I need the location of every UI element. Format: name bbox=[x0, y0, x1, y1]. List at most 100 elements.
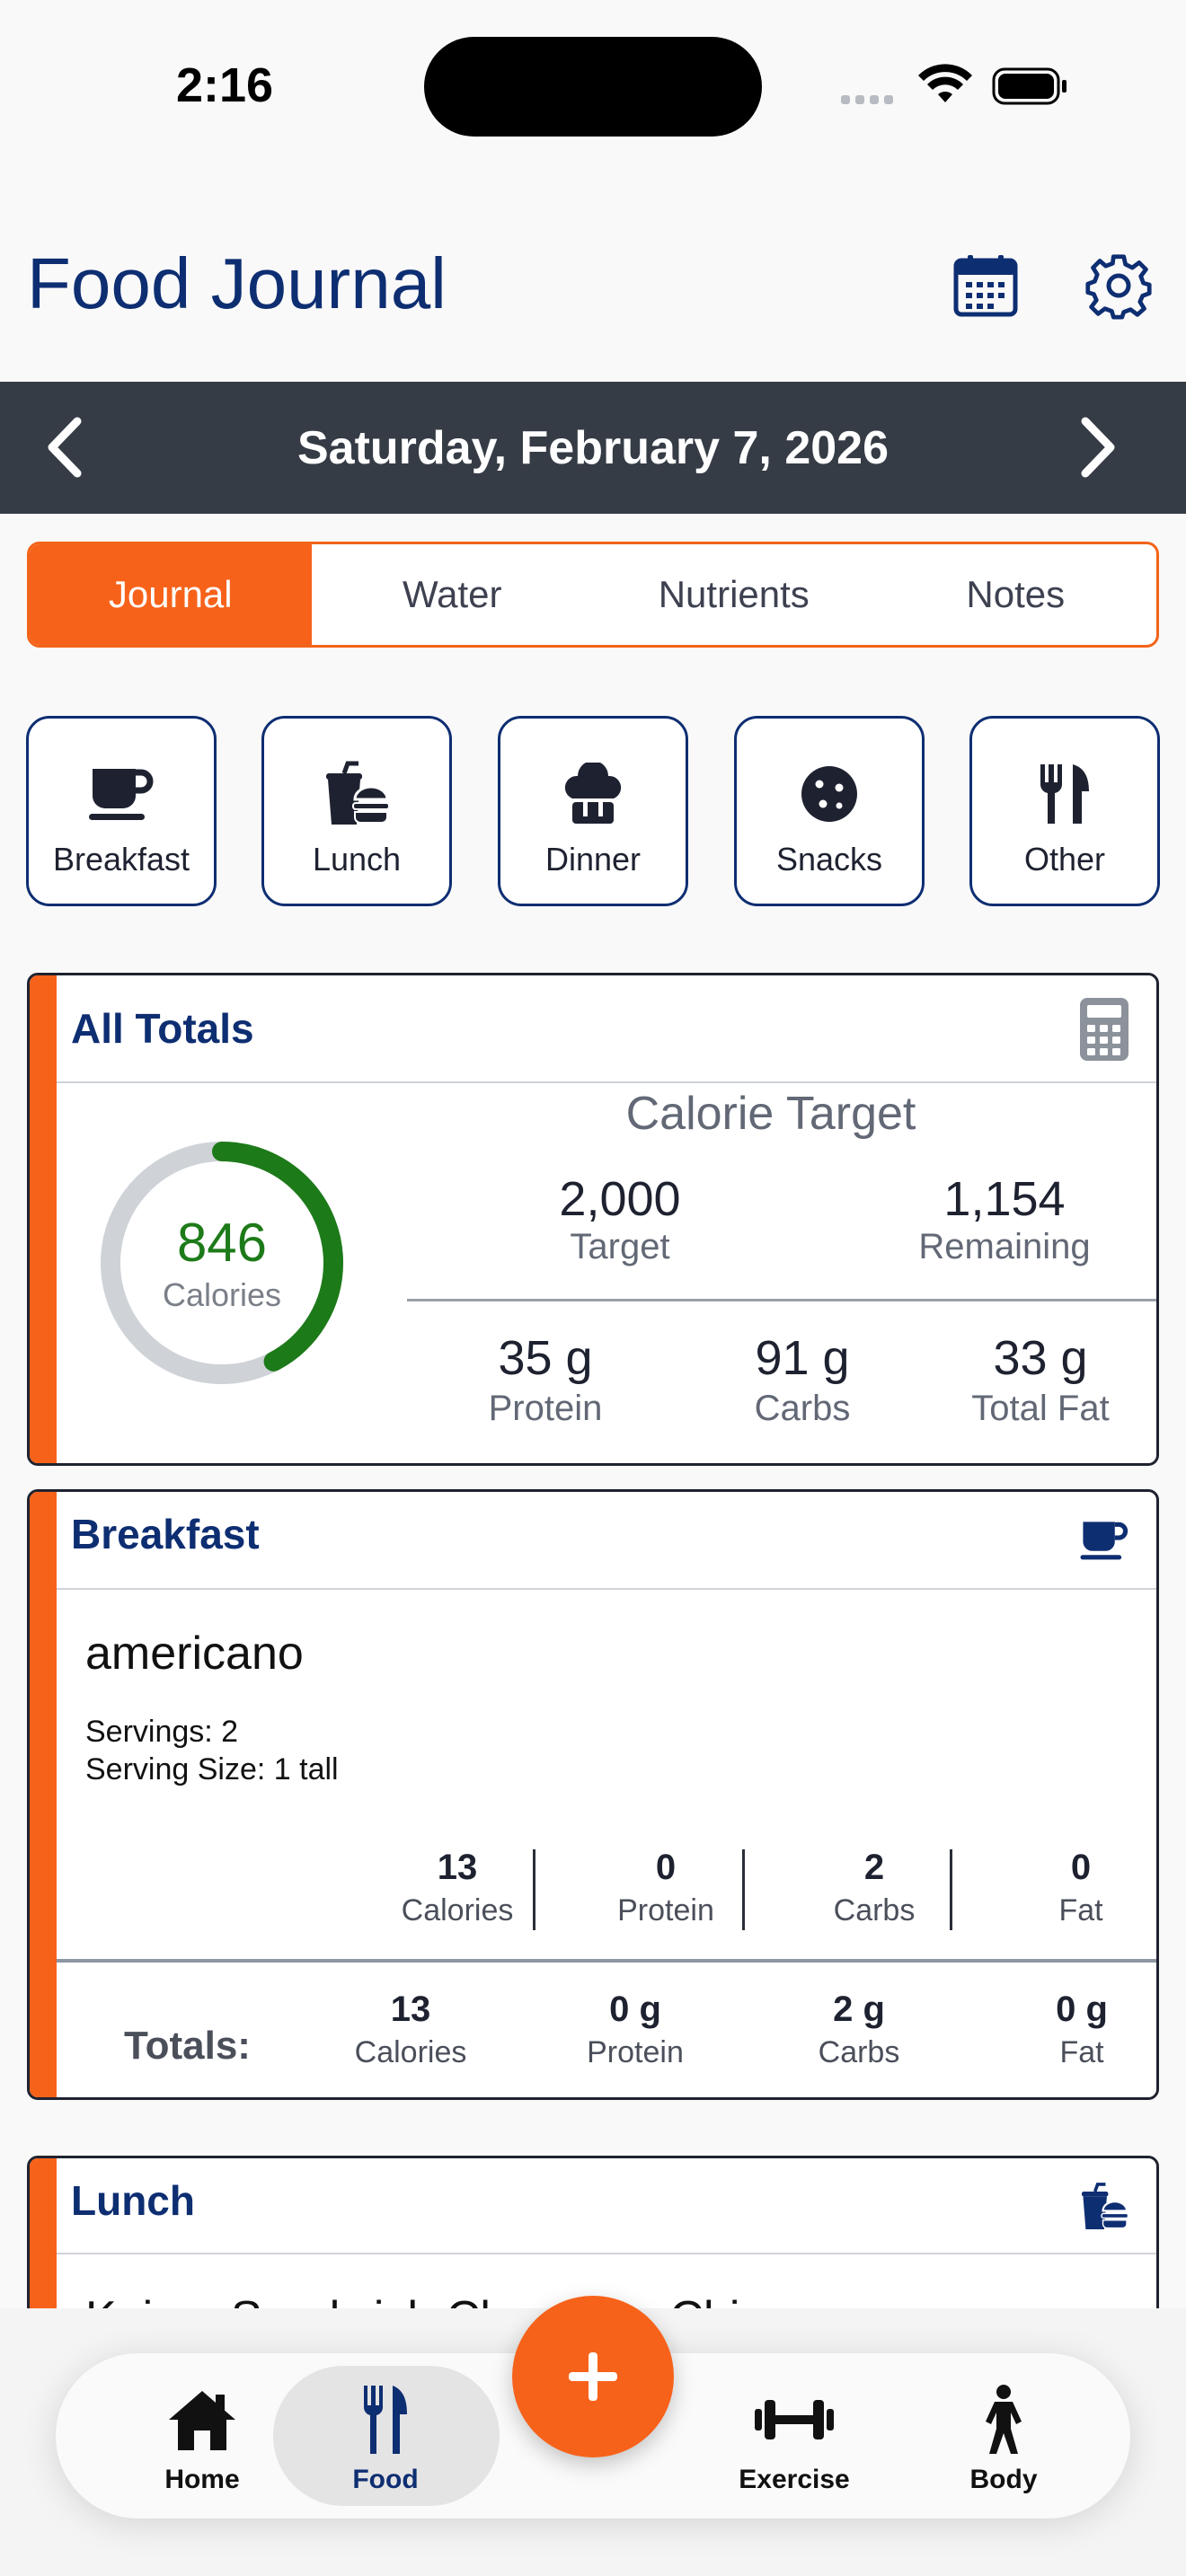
status-time: 2:16 bbox=[176, 58, 274, 112]
nutrient-label: Calories bbox=[354, 2035, 467, 2069]
total-calories: 13 Calories bbox=[307, 1989, 514, 2070]
calories-label: Calories bbox=[162, 1276, 282, 1313]
total-protein: 0 g Protein bbox=[532, 1989, 739, 2070]
tab-body[interactable]: Body bbox=[927, 2353, 1080, 2519]
cookie-icon bbox=[801, 766, 857, 822]
dynamic-island bbox=[424, 37, 762, 137]
dumbbell-icon bbox=[755, 2400, 834, 2439]
separator bbox=[742, 1849, 745, 1930]
nutrient-value: 2 g bbox=[833, 1989, 885, 2029]
total-carbs: 2 g Carbs bbox=[756, 1989, 962, 2070]
nutrient-value: 0 g bbox=[609, 1989, 661, 2029]
breakfast-card: Breakfast americano Servings: 2 Serving … bbox=[27, 1489, 1159, 2100]
chevron-right-icon bbox=[1081, 417, 1115, 478]
status-bar: 2:16 bbox=[0, 0, 1186, 171]
card-header: Lunch bbox=[57, 2158, 1156, 2254]
battery-icon bbox=[992, 67, 1067, 105]
card-accent bbox=[30, 1492, 57, 2097]
nutrient-value: 13 bbox=[390, 1989, 431, 2029]
breakfast-card-icon[interactable] bbox=[1070, 1506, 1138, 1575]
separator bbox=[533, 1849, 535, 1930]
all-totals-card: All Totals 846 Calories Calorie Target 2… bbox=[27, 973, 1159, 1466]
serving-size: Serving Size: 1 tall bbox=[85, 1752, 339, 1786]
tab-water[interactable]: Water bbox=[312, 544, 594, 645]
date-navigator: Saturday, February 7, 2026 bbox=[0, 382, 1186, 514]
calorie-target-title: Calorie Target bbox=[625, 1088, 916, 1140]
carbs-value: 91 g bbox=[755, 1331, 850, 1385]
lunch-card-icon[interactable] bbox=[1070, 2173, 1138, 2241]
other-button[interactable]: Other bbox=[969, 716, 1160, 906]
snacks-button[interactable]: Snacks bbox=[734, 716, 925, 906]
card-title: Breakfast bbox=[71, 1511, 260, 1557]
protein-label: Protein bbox=[488, 1389, 603, 1428]
tab-exercise[interactable]: Exercise bbox=[718, 2353, 871, 2519]
carbs-label: Carbs bbox=[754, 1389, 851, 1428]
food-name: americano bbox=[85, 1628, 304, 1680]
card-title: All Totals bbox=[71, 1005, 254, 1052]
dinner-label: Dinner bbox=[544, 841, 642, 878]
item-carbs: 2 Carbs bbox=[771, 1848, 978, 1928]
settings-button[interactable] bbox=[1083, 250, 1155, 322]
nutrient-label: Fat bbox=[1059, 2035, 1104, 2069]
target-value: 2,000 bbox=[559, 1172, 681, 1226]
person-icon bbox=[986, 2385, 1022, 2454]
drink-burger-icon bbox=[326, 761, 390, 825]
nutrient-value: 0 g bbox=[1056, 1989, 1108, 2029]
divider bbox=[407, 1299, 1156, 1301]
tab-label: Body bbox=[969, 2465, 1038, 2494]
fat-value: 33 g bbox=[993, 1331, 1088, 1385]
card-header: All Totals bbox=[57, 975, 1156, 1083]
remaining-label: Remaining bbox=[918, 1227, 1091, 1266]
nutrient-label: Protein bbox=[617, 1893, 714, 1928]
card-title: Lunch bbox=[71, 2177, 195, 2224]
separator bbox=[950, 1849, 952, 1930]
protein-value: 35 g bbox=[498, 1331, 593, 1385]
fat-label: Total Fat bbox=[971, 1389, 1110, 1428]
total-fat: 0 g Fat bbox=[978, 1989, 1156, 2070]
item-fat: 0 Fat bbox=[978, 1848, 1156, 1928]
page-title: Food Journal bbox=[27, 243, 447, 323]
item-calories: 13 Calories bbox=[354, 1848, 561, 1928]
status-icons bbox=[841, 64, 1067, 105]
tab-label: Exercise bbox=[739, 2465, 850, 2494]
calories-consumed: 846 bbox=[176, 1213, 268, 1273]
card-accent bbox=[30, 975, 57, 1463]
tab-food[interactable]: Food bbox=[309, 2353, 462, 2519]
current-date[interactable]: Saturday, February 7, 2026 bbox=[0, 421, 1186, 475]
lunch-label: Lunch bbox=[312, 841, 402, 878]
calculator-button[interactable] bbox=[1070, 995, 1138, 1063]
other-label: Other bbox=[1023, 841, 1106, 878]
chef-hat-icon bbox=[564, 763, 622, 824]
breakfast-button[interactable]: Breakfast bbox=[26, 716, 217, 906]
lunch-button[interactable]: Lunch bbox=[261, 716, 452, 906]
nutrient-label: Carbs bbox=[833, 1893, 916, 1928]
dinner-button[interactable]: Dinner bbox=[498, 716, 688, 906]
fork-knife-icon bbox=[363, 2386, 407, 2454]
home-icon bbox=[169, 2391, 235, 2450]
tab-notes[interactable]: Notes bbox=[875, 544, 1157, 645]
nutrient-label: Calories bbox=[401, 1893, 514, 1928]
totals-label: Totals: bbox=[124, 2024, 251, 2068]
add-entry-button[interactable] bbox=[512, 2296, 674, 2457]
calendar-button[interactable] bbox=[950, 250, 1022, 322]
tab-label: Home bbox=[164, 2465, 240, 2494]
nutrient-value: 0 bbox=[1070, 1848, 1092, 1887]
coffee-cup-icon bbox=[89, 769, 154, 820]
segment-tabs: Journal Water Nutrients Notes bbox=[27, 542, 1159, 648]
gear-icon bbox=[1085, 254, 1152, 320]
next-day-button[interactable] bbox=[1057, 407, 1137, 488]
snacks-label: Snacks bbox=[775, 841, 883, 878]
nutrient-value: 0 bbox=[655, 1848, 677, 1887]
tab-home[interactable]: Home bbox=[126, 2353, 279, 2519]
tab-journal[interactable]: Journal bbox=[30, 544, 312, 645]
nutrient-value: 2 bbox=[863, 1848, 885, 1887]
servings: Servings: 2 bbox=[85, 1715, 239, 1749]
nutrient-label: Carbs bbox=[818, 2035, 900, 2069]
drink-burger-icon bbox=[1081, 2183, 1129, 2230]
nutrient-value: 13 bbox=[437, 1848, 478, 1887]
plus-icon bbox=[569, 2352, 617, 2401]
tab-nutrients[interactable]: Nutrients bbox=[593, 544, 875, 645]
calendar-icon bbox=[953, 255, 1018, 317]
coffee-cup-icon bbox=[1080, 1522, 1128, 1560]
remaining-value: 1,154 bbox=[943, 1172, 1066, 1226]
